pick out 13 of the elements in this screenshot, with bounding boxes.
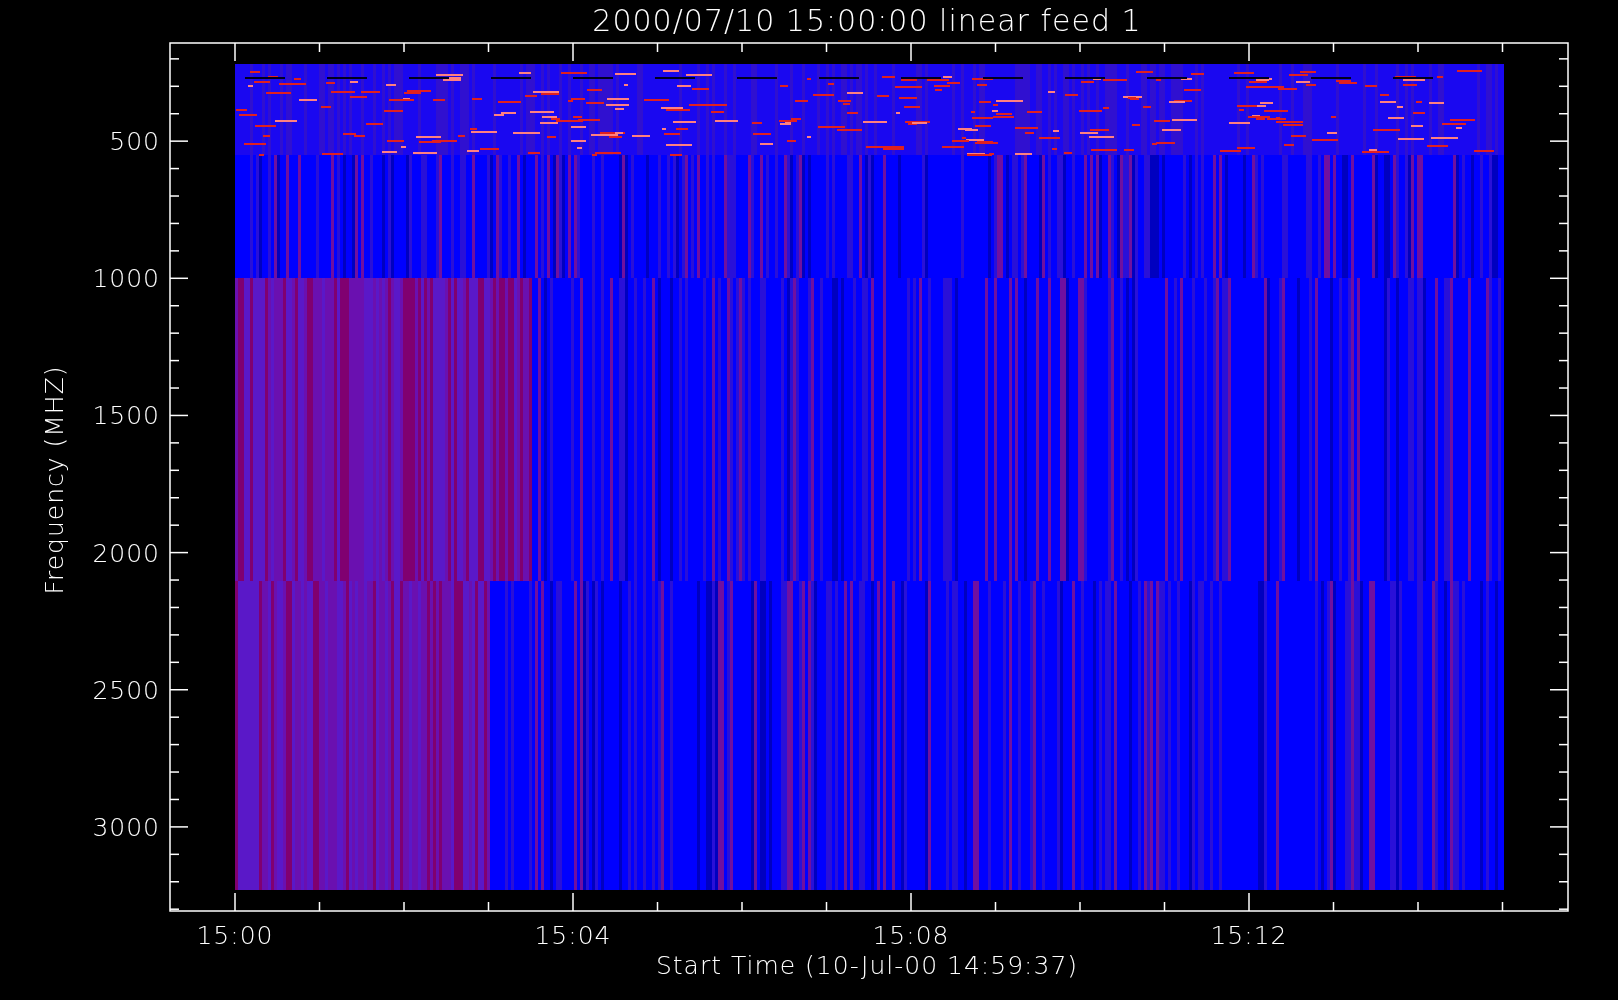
y-tick-label: 2000: [92, 538, 160, 568]
x-tick-label: 15:12: [1210, 921, 1288, 950]
y-tick-label: 2500: [92, 675, 160, 705]
y-tick-label: 3000: [92, 812, 160, 842]
y-tick-label: 1000: [92, 264, 160, 294]
x-tick-label: 15:04: [534, 921, 612, 950]
x-axis-label: Start Time (10-Jul-00 14:59:37): [655, 951, 1079, 980]
x-tick-label: 15:08: [872, 921, 950, 950]
plot-title: 2000/07/10 15:00:00 linear feed 1: [592, 3, 1142, 38]
y-tick-label: 500: [109, 127, 160, 157]
y-axis-label: Frequency (MHZ): [40, 365, 69, 595]
x-tick-label: 15:00: [196, 921, 274, 950]
y-tick-label: 1500: [92, 401, 160, 431]
